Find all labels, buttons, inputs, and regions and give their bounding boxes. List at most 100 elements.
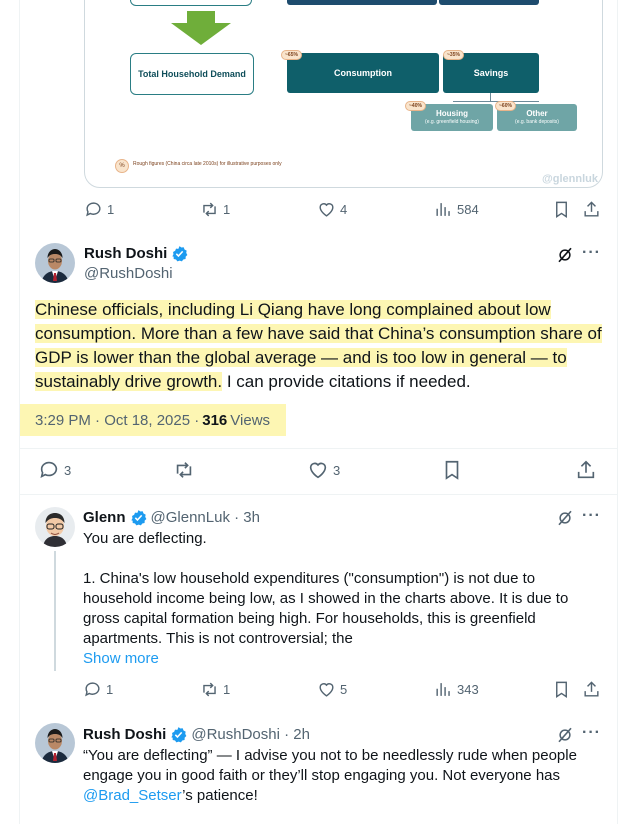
author-name[interactable]: Glenn @GlennLuk · 3h	[83, 509, 260, 526]
repost-icon	[176, 462, 192, 478]
repost-button[interactable]	[173, 459, 199, 481]
post-views-label: Views	[230, 411, 271, 429]
diagram-top-outline-box	[130, 0, 252, 6]
views-count: 584	[457, 202, 479, 217]
share-button[interactable]	[575, 459, 597, 481]
diagram-footnote: Rough figures (China circa late 2010s) f…	[133, 161, 282, 167]
consumption-pct-badge: ~65%	[281, 50, 302, 60]
share-icon	[584, 681, 599, 697]
diagram-top-box-left	[287, 0, 437, 5]
glenn-avatar-image	[35, 507, 75, 547]
avatar[interactable]	[35, 507, 75, 547]
total-household-demand-box: Total Household Demand	[130, 53, 254, 95]
reply-count: 1	[107, 202, 115, 217]
like-count: 3	[333, 462, 341, 478]
bookmark-button[interactable]	[552, 200, 571, 219]
verified-badge-icon	[130, 510, 146, 526]
thread-connector	[54, 551, 56, 671]
grok-icon[interactable]	[556, 726, 574, 744]
like-button[interactable]: 5	[317, 680, 347, 699]
share-icon	[577, 460, 595, 479]
heart-icon	[309, 462, 327, 479]
repost-count: 1	[223, 682, 231, 697]
savings-pct-badge: ~35%	[443, 50, 464, 60]
more-options-icon[interactable]: ···	[582, 507, 601, 525]
reply-text-before: “You are deflecting” — I advise you not …	[83, 747, 577, 784]
reply-text-line2: 1. China's low household expenditures ("…	[83, 570, 569, 647]
diagram-watermark: @glennluk	[542, 173, 598, 185]
other-label: Other	[526, 108, 548, 118]
analytics-icon	[436, 683, 450, 696]
total-household-demand-label: Total Household Demand	[138, 68, 246, 79]
rush-doshi-avatar-image	[35, 723, 75, 763]
reply-icon	[86, 202, 101, 217]
rush-doshi-avatar-image	[35, 243, 75, 283]
mention-link[interactable]: @Brad_Setser	[83, 787, 182, 804]
reply-button[interactable]: 1	[84, 200, 114, 219]
views-count: 343	[457, 682, 479, 697]
like-button[interactable]: 3	[307, 459, 340, 481]
repost-count: 1	[223, 202, 231, 217]
reply-text-line1: You are deflecting.	[83, 530, 207, 547]
author-handle-text: @GlennLuk · 3h	[150, 509, 260, 526]
author-name-text: Rush Doshi	[83, 726, 167, 743]
bookmark-icon	[556, 201, 567, 218]
more-options-icon[interactable]: ···	[582, 724, 601, 742]
down-arrow-icon	[171, 11, 231, 45]
post-timestamp[interactable]: 3:29 PM · Oct 18, 2025 ·	[35, 412, 199, 429]
more-options-icon[interactable]: ···	[582, 244, 601, 262]
housing-sublabel: (e.g. greenfield housing)	[425, 118, 479, 125]
consumption-label: Consumption	[334, 68, 392, 78]
analytics-icon	[436, 203, 450, 216]
grok-icon[interactable]	[556, 509, 574, 527]
reply-text: “You are deflecting” — I advise you not …	[83, 746, 603, 806]
connector-line	[490, 93, 491, 101]
verified-badge-icon	[171, 727, 187, 743]
repost-icon	[203, 682, 216, 697]
repost-button[interactable]: 1	[200, 200, 230, 219]
bookmark-button[interactable]	[441, 459, 463, 481]
reply-button[interactable]: 3	[38, 459, 71, 481]
timeline-right-border	[617, 0, 618, 824]
reply-button[interactable]: 1	[83, 680, 113, 699]
repost-icon	[203, 202, 216, 217]
post-image-card[interactable]: Total Household Demand Consumption ~65% …	[84, 0, 603, 188]
housing-label: Housing	[436, 108, 468, 118]
other-sublabel: (e.g. bank deposits)	[515, 118, 559, 125]
consumption-box: Consumption	[287, 53, 439, 93]
repost-button[interactable]: 1	[200, 680, 230, 699]
bookmark-icon	[445, 460, 459, 480]
verified-badge-icon	[172, 246, 188, 262]
show-more-link[interactable]: Show more	[83, 649, 603, 669]
share-button[interactable]	[582, 200, 601, 219]
views-button[interactable]: 584	[434, 200, 479, 219]
like-button[interactable]: 4	[317, 200, 347, 219]
footnote-percent-icon: %	[115, 159, 129, 173]
avatar[interactable]	[35, 243, 75, 283]
grok-icon[interactable]	[556, 246, 574, 264]
reply-count: 3	[64, 462, 72, 478]
post-text-rest: I can provide citations if needed.	[222, 372, 471, 391]
author-name-text: Glenn	[83, 509, 126, 526]
heart-icon	[319, 683, 334, 697]
reply-count: 1	[106, 682, 114, 697]
author-handle-text: @RushDoshi	[84, 265, 173, 282]
author-name[interactable]: Rush Doshi @RushDoshi · 2h	[83, 726, 310, 743]
avatar[interactable]	[35, 723, 75, 763]
like-count: 5	[340, 682, 348, 697]
reply-text: You are deflecting. 1. China's low house…	[83, 529, 603, 669]
share-icon	[584, 201, 599, 217]
bookmark-icon	[556, 681, 567, 698]
author-handle-text: @RushDoshi · 2h	[191, 726, 310, 743]
views-button[interactable]: 343	[434, 680, 479, 699]
like-count: 4	[340, 202, 348, 217]
share-button[interactable]	[582, 680, 601, 699]
author-name[interactable]: Rush Doshi	[84, 245, 188, 262]
bookmark-button[interactable]	[552, 680, 571, 699]
other-pct-badge: ~60%	[495, 101, 516, 111]
author-handle[interactable]: @RushDoshi	[84, 265, 173, 282]
reply-text-after: ’s patience!	[182, 787, 258, 804]
housing-pct-badge: ~40%	[405, 101, 426, 111]
reply-icon	[40, 461, 58, 478]
post-text: Chinese officials, including Li Qiang ha…	[35, 298, 610, 394]
